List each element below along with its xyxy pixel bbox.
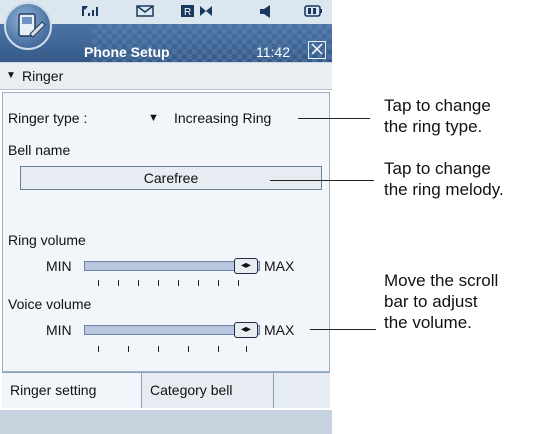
bottom-bar xyxy=(0,410,332,434)
voice-volume-label: Voice volume xyxy=(8,296,92,312)
volume-icon xyxy=(258,3,274,19)
close-icon[interactable] xyxy=(308,41,326,59)
battery-icon xyxy=(304,3,324,19)
callout-line-ring-type xyxy=(298,118,370,119)
callout-volume-line2: bar to adjust xyxy=(384,292,478,311)
voice-volume-thumb[interactable]: ◂▸ xyxy=(234,322,258,338)
callout-volume-line1: Move the scroll xyxy=(384,271,499,290)
callout-ring-melody: Tap to change the ring melody. xyxy=(384,158,504,200)
message-icon xyxy=(136,3,154,19)
bell-name-button[interactable]: Carefree xyxy=(20,166,322,190)
page-title: Phone Setup xyxy=(84,44,170,60)
roaming-icon: R xyxy=(180,3,196,19)
ring-volume-max-label: MAX xyxy=(264,258,295,274)
bluetooth-icon xyxy=(198,3,214,19)
tab-bar: Ringer setting Category bell xyxy=(2,372,330,408)
collapse-triangle-icon: ▼ xyxy=(6,70,16,81)
phone-setup-logo-icon xyxy=(4,2,52,50)
dropdown-arrow-icon[interactable]: ▼ xyxy=(148,112,159,124)
ringer-section-label: Ringer xyxy=(22,68,64,84)
ring-volume-thumb[interactable]: ◂▸ xyxy=(234,258,258,274)
tab-category-bell[interactable]: Category bell xyxy=(142,373,274,408)
svg-text:R: R xyxy=(184,7,191,18)
voice-volume-max-label: MAX xyxy=(264,322,295,338)
ringer-section-header[interactable]: ▼ Ringer xyxy=(0,62,332,90)
callout-ring-type-line1: Tap to change xyxy=(384,96,491,115)
ring-volume-label: Ring volume xyxy=(8,232,86,248)
voice-volume-min-label: MIN xyxy=(46,322,72,338)
signal-icon xyxy=(82,3,100,19)
ringer-type-dropdown[interactable]: Increasing Ring xyxy=(174,110,271,126)
callout-ring-type: Tap to change the ring type. xyxy=(384,95,491,137)
ring-volume-min-label: MIN xyxy=(46,258,72,274)
bell-name-label: Bell name xyxy=(8,142,71,158)
callout-ring-type-line2: the ring type. xyxy=(384,117,483,136)
callout-ring-melody-line1: Tap to change xyxy=(384,159,491,178)
callout-line-volume xyxy=(310,329,376,330)
callout-line-ring-melody xyxy=(270,180,374,181)
callout-ring-melody-line2: the ring melody. xyxy=(384,180,504,199)
callout-volume-line3: the volume. xyxy=(384,313,472,332)
ringer-type-label: Ringer type : xyxy=(8,110,88,126)
clock: 11:42 xyxy=(256,44,290,60)
tab-ringer-setting[interactable]: Ringer setting xyxy=(2,373,142,408)
callout-volume: Move the scroll bar to adjust the volume… xyxy=(384,270,498,333)
phone-screen: R Phone Setup 11:42 ▼ Ringer Ringer type… xyxy=(0,0,332,434)
